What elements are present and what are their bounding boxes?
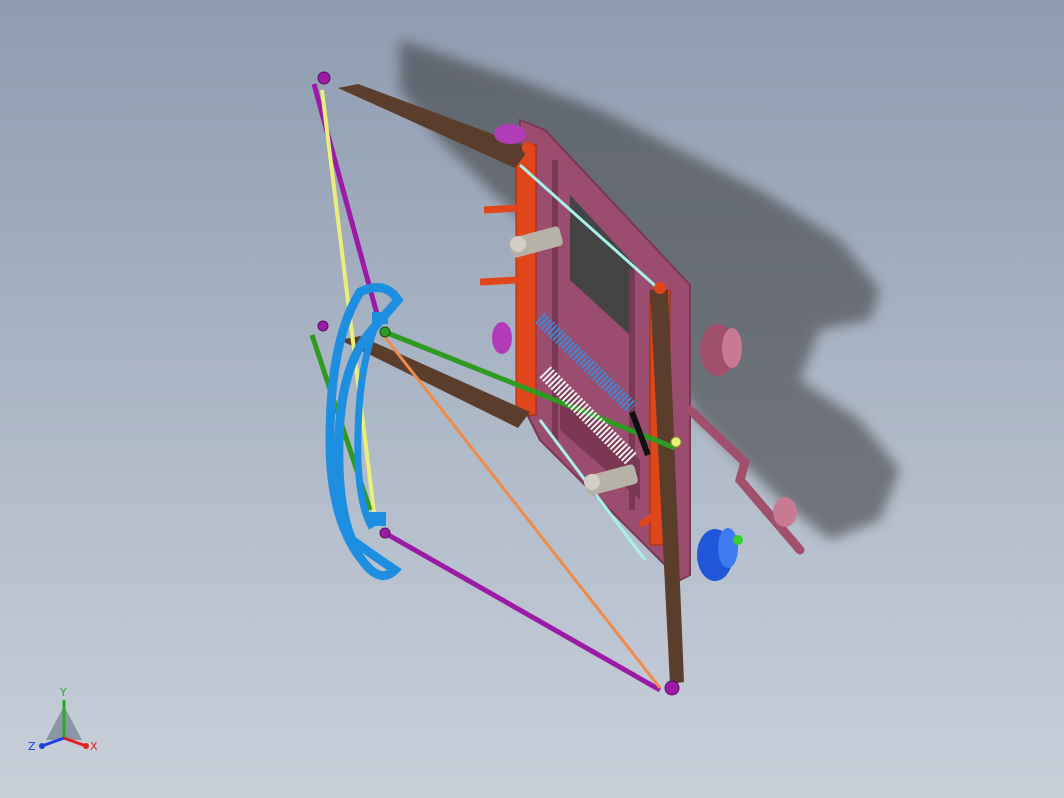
joint-right[interactable] — [670, 436, 682, 448]
orange-pin-2 — [479, 276, 519, 286]
pink-pulley-face — [722, 328, 742, 368]
model-viewport[interactable]: Y X Z — [0, 0, 1064, 798]
triad-x-label: X — [90, 740, 98, 753]
joint-mid-left[interactable] — [317, 320, 329, 332]
joint-post-right[interactable] — [654, 282, 666, 294]
blue-handle-clip-bottom — [368, 512, 386, 526]
coordinate-triad: Y X Z — [28, 686, 98, 753]
crank-knob[interactable] — [773, 497, 797, 527]
model-scene[interactable] — [0, 0, 1064, 798]
purple-cam-top[interactable] — [494, 124, 526, 144]
blue-pulley-face — [718, 528, 738, 568]
gray-bracket-bottom-hub — [584, 474, 600, 490]
joint-bottom[interactable] — [664, 680, 680, 696]
blue-handle-clip-top — [372, 312, 388, 324]
triad-z-label: Z — [28, 740, 36, 753]
joint-post-top[interactable] — [522, 142, 534, 154]
triad-z-tip — [39, 743, 45, 749]
blue-pulley[interactable] — [697, 528, 743, 581]
triad-y-label: Y — [59, 686, 67, 699]
triad-x-tip — [83, 743, 89, 749]
orange-pin-1 — [483, 204, 521, 214]
joint-handle-bottom[interactable] — [379, 527, 391, 539]
blue-pulley-accent — [733, 535, 743, 545]
orange-post-left[interactable] — [515, 144, 537, 416]
purple-rod-bottom[interactable] — [383, 530, 662, 693]
joint-top-left[interactable] — [317, 71, 331, 85]
gray-bracket-top-hub — [510, 236, 526, 252]
purple-cam-middle[interactable] — [492, 322, 512, 354]
joint-handle-top[interactable] — [379, 326, 391, 338]
